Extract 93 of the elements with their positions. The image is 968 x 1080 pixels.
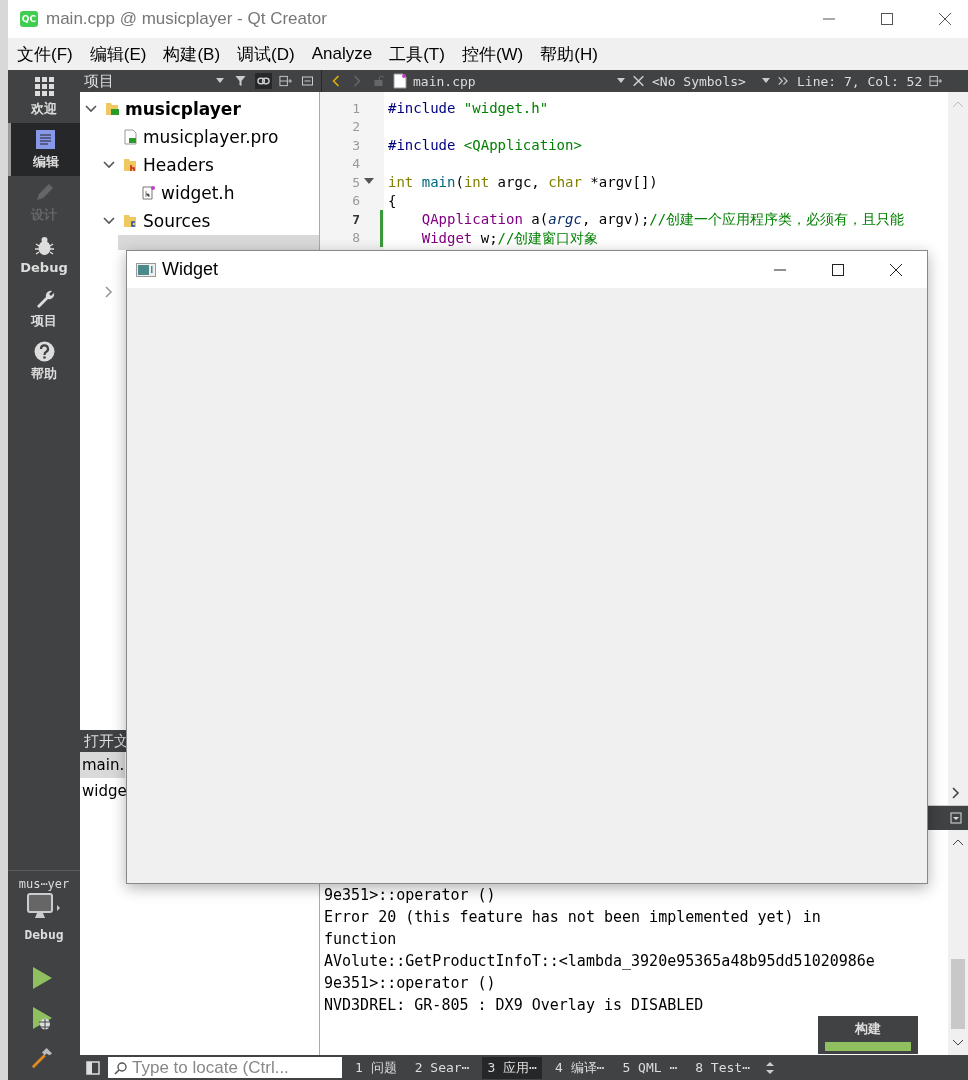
close-icon[interactable]: [889, 262, 903, 277]
split-icon[interactable]: [277, 73, 294, 89]
window-title: Widget: [162, 259, 219, 280]
menu-item[interactable]: 构建(B): [156, 42, 228, 66]
output-line: NVD3DREL: GR-805 : DX9 Overlay is DISABLED: [324, 995, 705, 1016]
mode-tab[interactable]: 欢迎: [8, 70, 80, 123]
menu-item[interactable]: 工具(T): [382, 42, 452, 66]
hammer-icon[interactable]: [31, 1046, 53, 1070]
cpp-file-icon: [393, 73, 407, 89]
dropdown-icon: [216, 78, 224, 84]
menu-item[interactable]: 文件(F): [10, 42, 80, 66]
output-line: AVolute::GetProductInfoT::<lambda_3920e95365a48b95dd51020986e: [324, 951, 876, 972]
help-icon: [33, 340, 55, 362]
menu-item[interactable]: 编辑(E): [82, 42, 154, 66]
code-line: int main(int argc, char *argv[]): [388, 174, 658, 190]
kit-selector[interactable]: mus⋯yer Debug: [8, 877, 80, 960]
menu-item[interactable]: 调试(D): [230, 42, 302, 66]
mode-tab[interactable]: 项目: [8, 282, 80, 335]
window-title: main.cpp @ musicplayer - Qt Creator: [46, 9, 327, 29]
sidebar-toggle-icon[interactable]: [86, 1060, 100, 1075]
file-selector[interactable]: main.cpp: [393, 73, 625, 89]
debug-run-icon[interactable]: [31, 1006, 53, 1030]
maximize-icon[interactable]: [831, 262, 845, 277]
bug-icon: [33, 236, 55, 257]
qt-logo: QC: [20, 11, 38, 27]
search-icon: [114, 1060, 128, 1075]
scrollbar[interactable]: [948, 830, 968, 1055]
pane-menu-icon[interactable]: [950, 812, 962, 824]
header-folder-icon: [123, 157, 138, 173]
line-number: 1: [351, 100, 360, 116]
document-item[interactable]: widge: [80, 778, 128, 804]
cursor-position: Line: 7, Col: 52: [797, 73, 923, 89]
code-line: #include "widget.h": [388, 100, 549, 116]
chevron-down-icon[interactable]: [82, 103, 100, 115]
close-pane-icon[interactable]: [299, 73, 316, 89]
line-number: 8: [351, 230, 360, 246]
link-icon[interactable]: [255, 73, 272, 89]
tree-item[interactable]: widget.h: [80, 179, 239, 207]
mode-tab[interactable]: 帮助: [8, 335, 80, 388]
output-tab[interactable]: 1 问题: [350, 1056, 402, 1079]
output-line: function: [324, 929, 398, 950]
code-line: #include <QApplication>: [388, 137, 582, 153]
tree-item[interactable]: musicplayer.pro: [80, 123, 283, 151]
output-tab[interactable]: 2 Sear⋯: [409, 1058, 475, 1077]
mode-tab[interactable]: 编辑: [8, 123, 80, 176]
project-folder-icon: [105, 101, 120, 117]
output-tab[interactable]: 8 Test⋯: [690, 1058, 755, 1077]
dropdown-icon: [762, 78, 770, 84]
document-icon: [35, 128, 56, 150]
mode-tab[interactable]: Debug: [8, 229, 80, 282]
scroll-up-icon[interactable]: [952, 838, 964, 846]
split-icon[interactable]: [927, 73, 945, 89]
code-line: QApplication a(argc, argv);//创建一个应用程序类，必须有，且只能: [420, 211, 905, 227]
source-folder-icon: [123, 213, 138, 229]
scroll-right-icon[interactable]: [952, 787, 960, 799]
progress-label: 构建: [855, 1019, 881, 1038]
output-line: Error 20 (this feature has not been implemented yet) in: [324, 907, 822, 928]
line-number: 2: [351, 119, 360, 135]
output-tab[interactable]: 3 应用⋯: [482, 1056, 542, 1079]
maximize-icon[interactable]: [880, 12, 894, 26]
output-line: 9e351>::operator (): [324, 973, 497, 994]
line-number: 5: [351, 174, 360, 190]
scrollbar-thumb[interactable]: [951, 959, 965, 1029]
line-number: 3: [351, 137, 360, 153]
menu-item[interactable]: 帮助(H): [533, 42, 605, 66]
output-tab[interactable]: 5 QML ⋯: [617, 1058, 683, 1077]
locate-field[interactable]: Type to locate (Ctrl...: [108, 1057, 342, 1078]
pane-selector[interactable]: 项目: [80, 71, 228, 91]
close-icon[interactable]: [938, 12, 952, 26]
scroll-down-icon[interactable]: [952, 1039, 964, 1047]
chevron-down-icon[interactable]: [100, 215, 118, 227]
dropdown-icon: [617, 78, 625, 84]
line-number: 4: [351, 156, 360, 172]
code-line: {: [388, 192, 397, 209]
document-item[interactable]: main.: [80, 752, 126, 778]
line-number: 6: [351, 193, 360, 209]
symbol-selector[interactable]: <No Symbols>: [652, 73, 770, 89]
code-line: Widget w;//创建窗口对象: [420, 229, 599, 246]
output-line: 9e351>::operator (): [324, 885, 497, 906]
tree-item[interactable]: musicplayer: [80, 95, 245, 123]
app-window-icon: [136, 262, 156, 277]
run-icon[interactable]: [31, 966, 53, 990]
file-icon: [141, 185, 156, 201]
line-number: 7: [351, 211, 360, 227]
grid-icon: [33, 75, 55, 97]
menu-item[interactable]: Analyze: [304, 44, 380, 64]
project-file-icon: [123, 129, 138, 145]
menu-item[interactable]: 控件(W): [454, 42, 531, 66]
scrollbar[interactable]: [948, 92, 968, 805]
tree-item[interactable]: Headers: [80, 151, 218, 179]
tree-item[interactable]: Sources: [80, 207, 215, 235]
output-tab[interactable]: 4 编译⋯: [549, 1056, 610, 1079]
chevron-down-icon[interactable]: [100, 159, 118, 171]
